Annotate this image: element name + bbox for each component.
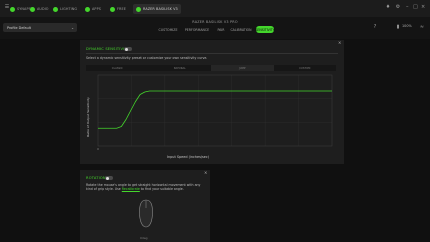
chart-frame (97, 74, 333, 147)
rotation-panel-close-icon[interactable]: × (204, 170, 207, 175)
rotation-description: Rotate the mouse's angle to get straight… (86, 183, 206, 192)
rotation-toggle[interactable] (105, 176, 113, 180)
rotation-description-text-2: style. Use (105, 187, 122, 192)
rotation-title: ROTATION (86, 176, 106, 180)
rotation-description-text-3: to find your suitable angle. (139, 187, 184, 192)
x-tick-label: 0 (97, 148, 99, 151)
rotation-angle-label: 0deg (140, 236, 148, 240)
recalibrate-link[interactable]: Recalibrate (122, 187, 140, 191)
chart-x-axis-title: Input Speed (inches/sec) (167, 155, 210, 159)
mouse-icon[interactable] (138, 199, 154, 229)
sensitivity-curve-line[interactable] (98, 90, 332, 129)
sensitivity-curve-chart[interactable]: 0 (0, 0, 430, 242)
